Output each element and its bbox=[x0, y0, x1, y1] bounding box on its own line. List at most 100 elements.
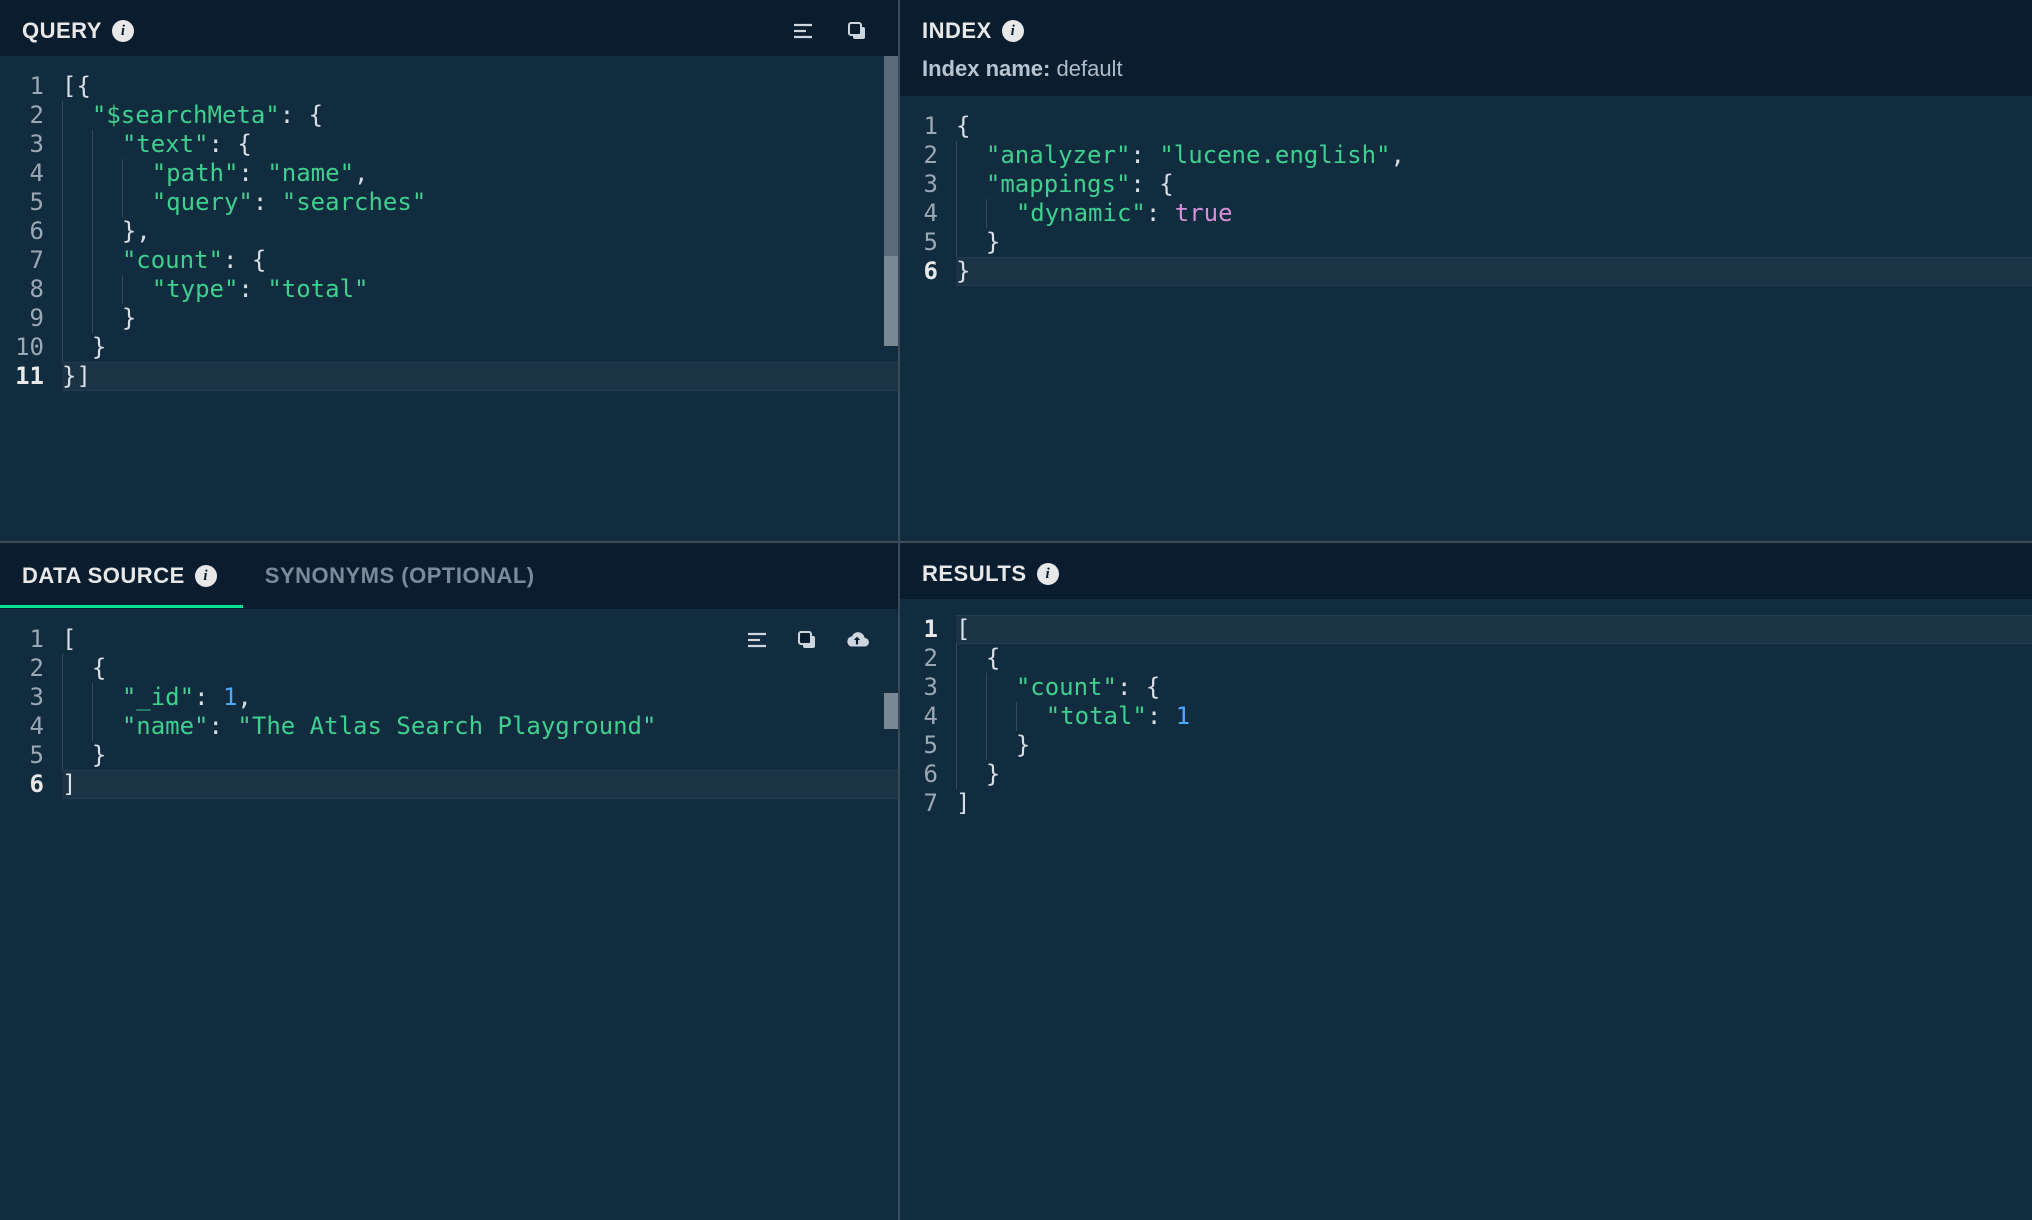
format-icon[interactable] bbox=[744, 627, 770, 653]
code-line[interactable]: "count": { bbox=[956, 673, 2032, 702]
token-key: "count" bbox=[122, 246, 223, 274]
line-number: 4 bbox=[900, 702, 938, 731]
token-punc: : bbox=[1146, 199, 1175, 227]
copy-icon[interactable] bbox=[844, 18, 870, 44]
query-panel: QUERY i 1234567891011 [{ "$searchMeta": … bbox=[0, 0, 900, 543]
query-code[interactable]: [{ "$searchMeta": { "text": { "path": "n… bbox=[62, 72, 898, 541]
copy-icon[interactable] bbox=[794, 627, 820, 653]
code-line[interactable]: "type": "total" bbox=[62, 275, 898, 304]
token-num: 1 bbox=[223, 683, 237, 711]
code-line[interactable]: [ bbox=[956, 615, 2032, 644]
query-gutter: 1234567891011 bbox=[0, 72, 62, 541]
token-key: "total" bbox=[1046, 702, 1147, 730]
code-line[interactable]: [{ bbox=[62, 72, 898, 101]
index-panel: INDEX i Index name: default 123456 { "an… bbox=[900, 0, 2032, 543]
token-key: "text" bbox=[122, 130, 209, 158]
code-line[interactable]: "dynamic": true bbox=[956, 199, 2032, 228]
info-icon[interactable]: i bbox=[112, 20, 134, 42]
tab-label: SYNONYMS (OPTIONAL) bbox=[265, 563, 535, 589]
data-source-tabs: DATA SOURCEi SYNONYMS (OPTIONAL) bbox=[0, 543, 898, 609]
code-line[interactable]: } bbox=[956, 731, 2032, 760]
code-line[interactable]: { bbox=[62, 654, 898, 683]
line-number: 1 bbox=[0, 625, 44, 654]
code-line[interactable]: ] bbox=[956, 789, 2032, 818]
token-punc: [ bbox=[956, 615, 970, 643]
code-line[interactable]: { bbox=[956, 112, 2032, 141]
info-icon[interactable]: i bbox=[1002, 20, 1024, 42]
token-key: "_id" bbox=[122, 683, 194, 711]
token-punc: } bbox=[92, 333, 106, 361]
code-line[interactable]: } bbox=[62, 333, 898, 362]
line-number: 10 bbox=[0, 333, 44, 362]
index-subtitle-value: default bbox=[1057, 56, 1123, 81]
query-title: QUERY bbox=[22, 18, 102, 44]
line-number: 11 bbox=[0, 362, 44, 391]
line-number: 5 bbox=[0, 188, 44, 217]
scrollbar-thumb[interactable] bbox=[884, 56, 898, 256]
info-icon[interactable]: i bbox=[195, 565, 217, 587]
upload-icon[interactable] bbox=[844, 627, 870, 653]
query-editor[interactable]: 1234567891011 [{ "$searchMeta": { "text"… bbox=[0, 56, 898, 541]
results-editor[interactable]: 1234567 [ { "count": { "total": 1 } }] bbox=[900, 599, 2032, 1220]
index-subtitle: Index name: default bbox=[900, 56, 2032, 96]
code-line[interactable]: "query": "searches" bbox=[62, 188, 898, 217]
token-punc: : { bbox=[223, 246, 266, 274]
code-line[interactable]: } bbox=[956, 760, 2032, 789]
code-line[interactable]: }] bbox=[62, 362, 898, 391]
index-code[interactable]: { "analyzer": "lucene.english", "mapping… bbox=[956, 112, 2032, 541]
token-str: "The Atlas Search Playground" bbox=[237, 712, 656, 740]
query-header: QUERY i bbox=[0, 0, 898, 56]
token-punc: [ bbox=[62, 625, 76, 653]
token-punc: : { bbox=[1130, 170, 1173, 198]
data-source-panel: DATA SOURCEi SYNONYMS (OPTIONAL) 123456 [… bbox=[0, 543, 900, 1220]
code-line[interactable]: "analyzer": "lucene.english", bbox=[956, 141, 2032, 170]
info-icon[interactable]: i bbox=[1037, 563, 1059, 585]
token-str: "lucene.english" bbox=[1159, 141, 1390, 169]
line-number: 1 bbox=[900, 615, 938, 644]
code-line[interactable]: } bbox=[956, 257, 2032, 286]
line-number: 6 bbox=[0, 217, 44, 246]
line-number: 6 bbox=[900, 257, 938, 286]
line-number: 2 bbox=[900, 141, 938, 170]
scrollbar-thumb[interactable] bbox=[884, 693, 898, 729]
code-line[interactable]: ] bbox=[62, 770, 898, 799]
code-line[interactable]: "$searchMeta": { bbox=[62, 101, 898, 130]
tab-data-source[interactable]: DATA SOURCEi bbox=[0, 543, 243, 608]
code-line[interactable]: }, bbox=[62, 217, 898, 246]
line-number: 3 bbox=[900, 673, 938, 702]
data-source-editor[interactable]: 123456 [ { "_id": 1, "name": "The Atlas … bbox=[0, 609, 898, 1220]
data-source-header: DATA SOURCEi SYNONYMS (OPTIONAL) bbox=[0, 543, 898, 609]
format-icon[interactable] bbox=[790, 18, 816, 44]
code-line[interactable]: "count": { bbox=[62, 246, 898, 275]
code-line[interactable]: "_id": 1, bbox=[62, 683, 898, 712]
line-number: 8 bbox=[0, 275, 44, 304]
tab-synonyms-optional-[interactable]: SYNONYMS (OPTIONAL) bbox=[243, 543, 561, 608]
token-punc: } bbox=[92, 741, 106, 769]
token-key: "query" bbox=[152, 188, 253, 216]
results-gutter: 1234567 bbox=[900, 615, 956, 1220]
data-source-code[interactable]: [ { "_id": 1, "name": "The Atlas Search … bbox=[62, 625, 898, 1220]
token-punc: ] bbox=[62, 770, 76, 798]
token-punc: } bbox=[986, 228, 1000, 256]
line-number: 6 bbox=[900, 760, 938, 789]
token-punc: , bbox=[1391, 141, 1405, 169]
token-str: "name" bbox=[267, 159, 354, 187]
data-source-gutter: 123456 bbox=[0, 625, 62, 1220]
token-punc: : bbox=[1147, 702, 1176, 730]
token-punc: { bbox=[956, 112, 970, 140]
code-line[interactable]: "text": { bbox=[62, 130, 898, 159]
code-line[interactable]: } bbox=[62, 741, 898, 770]
index-editor[interactable]: 123456 { "analyzer": "lucene.english", "… bbox=[900, 96, 2032, 541]
line-number: 1 bbox=[0, 72, 44, 101]
code-line[interactable]: "mappings": { bbox=[956, 170, 2032, 199]
code-line[interactable]: "path": "name", bbox=[62, 159, 898, 188]
token-key: "$searchMeta" bbox=[92, 101, 280, 129]
scrollbar-thumb[interactable] bbox=[884, 256, 898, 346]
code-line[interactable]: "total": 1 bbox=[956, 702, 2032, 731]
code-line[interactable]: } bbox=[956, 228, 2032, 257]
code-line[interactable]: "name": "The Atlas Search Playground" bbox=[62, 712, 898, 741]
token-punc: : bbox=[1130, 141, 1159, 169]
code-line[interactable]: { bbox=[956, 644, 2032, 673]
results-code[interactable]: [ { "count": { "total": 1 } }] bbox=[956, 615, 2032, 1220]
code-line[interactable]: } bbox=[62, 304, 898, 333]
